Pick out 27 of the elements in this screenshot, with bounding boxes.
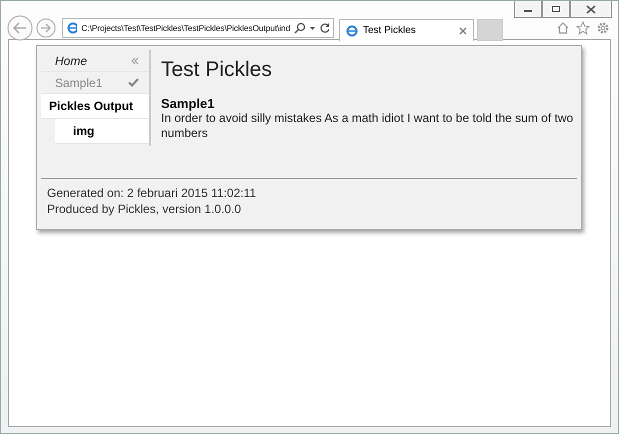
produced-text: Produced by Pickles, version 1.0.0.0 xyxy=(47,201,242,217)
page-title: Test Pickles xyxy=(161,58,273,82)
browser-tab[interactable]: Test Pickles xyxy=(339,19,474,41)
generated-text: Generated on: 2 februari 2015 11:02:11 xyxy=(47,185,258,201)
refresh-icon[interactable] xyxy=(318,22,329,34)
close-icon xyxy=(586,4,596,14)
close-icon[interactable] xyxy=(459,26,467,34)
home-link[interactable]: Home xyxy=(41,50,149,72)
settings-icon[interactable] xyxy=(596,21,610,35)
minimize-button[interactable] xyxy=(514,1,542,18)
address-bar[interactable]: C:\Projects\Test\TestPickles\TestPickles\PicklesOutput\ind xyxy=(62,18,334,38)
address-text: C:\Projects\Test\TestPickles\TestPickles\PicklesOutput\ind xyxy=(81,23,290,33)
back-button[interactable] xyxy=(7,15,33,41)
search-icon[interactable] xyxy=(294,22,305,34)
browser-logo-icon xyxy=(67,22,78,34)
collapse-icon[interactable] xyxy=(131,56,139,64)
nav-folder[interactable]: Pickles Output xyxy=(41,94,149,119)
maximize-button[interactable] xyxy=(542,1,570,18)
forward-button[interactable] xyxy=(36,18,56,38)
feature-description: In order to avoid silly mistakes As a math idiot I want to be told the sum of two numbers xyxy=(161,111,574,141)
close-button[interactable] xyxy=(570,1,612,18)
home-icon[interactable] xyxy=(556,21,570,35)
maximize-icon xyxy=(551,5,561,13)
browser-logo-icon xyxy=(346,24,358,36)
nav-folder[interactable]: img xyxy=(55,119,149,144)
star-icon[interactable] xyxy=(576,21,590,35)
feature-name: Sample1 xyxy=(161,96,216,111)
